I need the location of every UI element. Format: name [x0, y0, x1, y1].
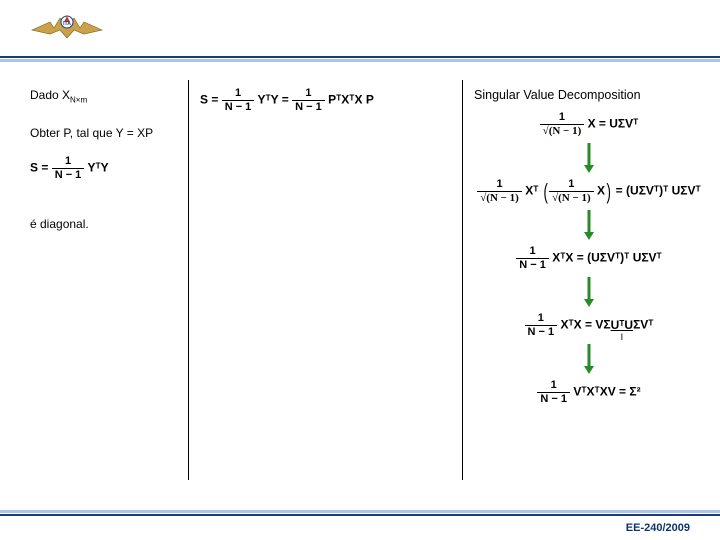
- svd-title: Singular Value Decomposition: [474, 88, 704, 102]
- given-subscript: N×m: [70, 95, 87, 104]
- header-rule: [0, 56, 720, 62]
- slide-body: Dado XN×m Obter P, tal que Y = XP S = 1N…: [30, 80, 704, 500]
- svg-text:ITA: ITA: [63, 21, 71, 27]
- arrow-down-icon: [582, 277, 596, 307]
- diagonal-text: é diagonal.: [30, 217, 185, 231]
- eq-xt-x-expand: 1√(N − 1) Xᵀ (1√(N − 1) X) = (UΣVᵀ)ᵀ UΣV…: [474, 179, 704, 204]
- slide-header: ITA: [0, 0, 720, 64]
- divider-1: [188, 80, 189, 480]
- eq-xtx-usv: 1N − 1 XᵀX = (UΣVᵀ)ᵀ UΣVᵀ: [474, 246, 704, 271]
- eq-xtx-identity: 1N − 1 XᵀX = VΣUᵀUIΣVᵀ: [474, 313, 704, 338]
- eq-s-def: S = 1N − 1 YᵀY: [30, 156, 185, 181]
- eq-s-expanded: S = 1N − 1 YᵀY = 1N − 1 PᵀXᵀX P: [200, 88, 460, 113]
- footer-rule: [0, 510, 720, 516]
- arrow-down-icon: [582, 143, 596, 173]
- eq-svd-def: 1√(N − 1) X = UΣVᵀ: [474, 112, 704, 137]
- given-prefix: Dado X: [30, 88, 70, 102]
- left-column: Dado XN×m Obter P, tal que Y = XP S = 1N…: [30, 80, 185, 231]
- course-code: EE-240/2009: [626, 522, 690, 534]
- obter-text: Obter P, tal que Y = XP: [30, 126, 185, 140]
- eq-sigma-sq: 1N − 1 VᵀXᵀXV = Σ²: [474, 380, 704, 405]
- divider-2: [462, 80, 463, 480]
- middle-column: S = 1N − 1 YᵀY = 1N − 1 PᵀXᵀX P: [200, 80, 460, 119]
- arrow-down-icon: [582, 210, 596, 240]
- arrow-down-icon: [582, 344, 596, 374]
- ita-wings-logo: ITA: [30, 8, 104, 55]
- given-text: Dado XN×m: [30, 88, 185, 104]
- right-column: Singular Value Decomposition 1√(N − 1) X…: [474, 80, 704, 411]
